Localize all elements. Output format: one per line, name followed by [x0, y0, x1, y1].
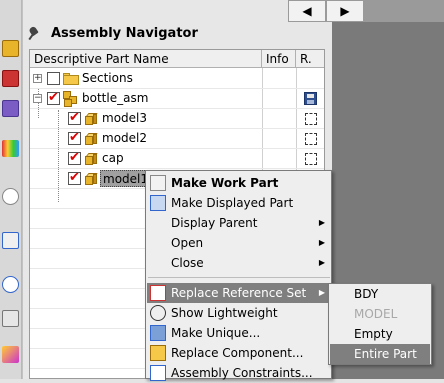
save-icon[interactable]	[304, 92, 317, 105]
reference-set-submenu: BDY MODEL Empty Entire Part	[328, 283, 432, 365]
menu-item-label: Replace Reference Set	[171, 286, 307, 300]
tree-row-model2[interactable]: model2	[30, 129, 324, 149]
column-header: Descriptive Part Name Info R.	[30, 50, 324, 68]
visibility-checkbox[interactable]	[68, 110, 81, 125]
menu-item-display-parent[interactable]: Display Parent ▶	[147, 213, 331, 233]
info-tab-icon[interactable]	[2, 188, 19, 205]
resource-bar	[0, 0, 22, 379]
column-descriptive-part-name[interactable]: Descriptive Part Name	[30, 50, 262, 68]
menu-item-open[interactable]: Open ▶	[147, 233, 331, 253]
menu-item-label: Make Unique...	[171, 326, 261, 340]
tree-row-bottle-asm[interactable]: − bottle_asm	[30, 89, 324, 109]
submenu-item-empty[interactable]: Empty	[330, 324, 430, 344]
pin-icon[interactable]	[27, 26, 41, 40]
menu-item-replace-component[interactable]: Replace Component...	[147, 343, 331, 363]
menu-item-label: Show Lightweight	[171, 306, 278, 320]
menu-separator	[148, 277, 330, 278]
panel-title: Assembly Navigator	[51, 25, 198, 41]
visibility-checkbox[interactable]	[68, 150, 81, 165]
tree-row-model3[interactable]: model3	[30, 109, 324, 129]
submenu-arrow-icon: ▶	[318, 258, 325, 267]
scroll-right-button[interactable]: ▶	[326, 0, 364, 22]
panel-title-bar: Assembly Navigator	[27, 22, 198, 44]
tree-row-label: model3	[102, 111, 147, 125]
tree-row-cap[interactable]: cap	[30, 149, 324, 169]
menu-item-label: Replace Component...	[171, 346, 304, 360]
submenu-item-bdy[interactable]: BDY	[330, 284, 430, 304]
collapse-icon[interactable]: −	[33, 94, 42, 103]
menu-item-make-work-part[interactable]: Make Work Part	[147, 173, 331, 193]
submenu-item-model: MODEL	[354, 307, 398, 321]
tree-row-sections[interactable]: + Sections	[30, 69, 324, 89]
menu-item-label: Assembly Constraints...	[171, 366, 313, 380]
context-menu: Make Work Part Make Displayed Part Displ…	[145, 170, 332, 381]
visibility-checkbox[interactable]	[47, 72, 60, 85]
menu-item-close[interactable]: Close ▶	[147, 253, 331, 273]
replace-reference-set-icon	[150, 285, 166, 301]
tree-row-label: cap	[102, 151, 124, 165]
make-work-part-icon	[150, 175, 166, 191]
panel-scroll-arrows: ◀ ▶	[288, 0, 364, 22]
component-icon	[84, 172, 98, 186]
component-icon	[84, 112, 98, 126]
submenu-arrow-icon: ▶	[318, 238, 325, 247]
menu-item-make-unique[interactable]: Make Unique...	[147, 323, 331, 343]
history-tab-icon[interactable]	[2, 276, 19, 293]
menu-item-show-lightweight[interactable]: Show Lightweight	[147, 303, 331, 323]
web-browser-tab-icon[interactable]	[2, 232, 19, 249]
reference-set-indicator	[305, 113, 317, 125]
menu-item-make-displayed-part[interactable]: Make Displayed Part	[147, 193, 331, 213]
make-unique-icon	[150, 325, 166, 341]
menu-item-label: Make Work Part	[171, 176, 279, 190]
menu-item-label: Close	[171, 256, 204, 270]
column-info[interactable]: Info	[262, 50, 296, 68]
submenu-arrow-icon: ▶	[318, 288, 325, 297]
assembly-navigator-tab-icon[interactable]	[2, 40, 19, 57]
menu-item-label: Display Parent	[171, 216, 258, 230]
tree-row-label: Sections	[82, 71, 133, 85]
make-displayed-part-icon	[150, 195, 166, 211]
component-icon	[84, 152, 98, 166]
component-icon	[84, 132, 98, 146]
menu-item-replace-reference-set[interactable]: Replace Reference Set ▶	[147, 283, 331, 303]
submenu-arrow-icon: ▶	[318, 218, 325, 227]
system-materials-tab-icon[interactable]	[2, 310, 19, 327]
part-navigator-tab-icon[interactable]	[2, 100, 19, 117]
tree-row-label-selected: model1	[100, 170, 151, 187]
replace-component-icon	[150, 345, 166, 361]
assembly-icon	[63, 91, 79, 107]
reuse-library-tab-icon[interactable]	[2, 140, 19, 157]
menu-item-label: Make Displayed Part	[171, 196, 294, 210]
reference-set-indicator	[305, 133, 317, 145]
visibility-checkbox[interactable]	[68, 130, 81, 145]
column-reference-set[interactable]: R.	[296, 50, 324, 68]
expand-icon[interactable]: +	[33, 74, 42, 83]
scroll-left-button[interactable]: ◀	[288, 0, 326, 22]
tree-row-label: model2	[102, 131, 147, 145]
menu-item-assembly-constraints[interactable]: Assembly Constraints...	[147, 363, 331, 383]
menu-item-label: Open	[171, 236, 204, 250]
submenu-item-entire-part[interactable]: Entire Part	[330, 344, 430, 364]
tree-row-label: bottle_asm	[82, 91, 149, 105]
process-studio-tab-icon[interactable]	[2, 346, 19, 363]
reference-set-indicator	[305, 153, 317, 165]
folder-icon	[63, 73, 79, 85]
visibility-checkbox[interactable]	[68, 170, 81, 185]
show-lightweight-icon	[150, 305, 166, 321]
visibility-checkbox[interactable]	[47, 90, 60, 105]
constraint-navigator-tab-icon[interactable]	[2, 70, 19, 87]
